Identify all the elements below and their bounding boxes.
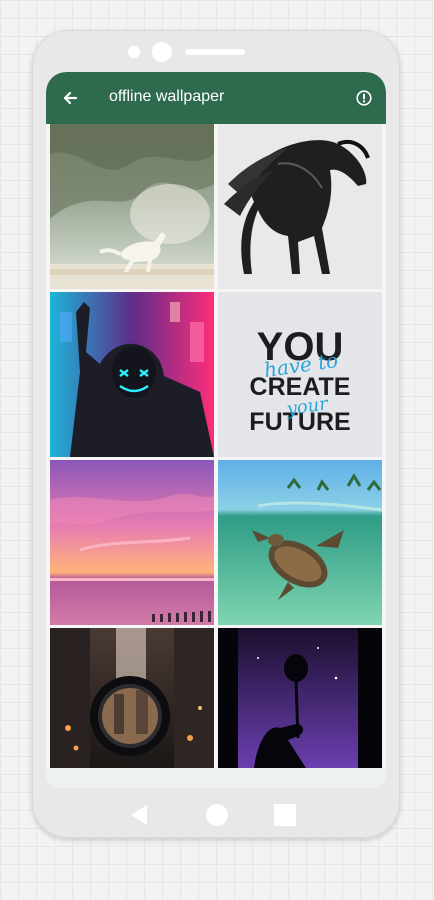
wallpaper-image bbox=[50, 124, 214, 289]
wallpaper-tile-sunset-sea[interactable] bbox=[50, 460, 214, 625]
bottom-strip bbox=[46, 768, 386, 788]
wallpaper-grid: YOU CREATE FUTURE have to your bbox=[50, 124, 384, 768]
wallpaper-image: YOU CREATE FUTURE have to your bbox=[218, 292, 382, 457]
circle-home-icon[interactable] bbox=[204, 802, 230, 828]
wallpaper-image bbox=[218, 460, 382, 625]
arrow-left-icon[interactable] bbox=[58, 86, 82, 110]
app-screen: offline wallpaper YOU CREATE FUTURE have… bbox=[46, 72, 386, 788]
wallpaper-image bbox=[218, 628, 382, 768]
sensor-dot bbox=[128, 46, 140, 58]
app-bar: offline wallpaper bbox=[46, 72, 386, 124]
page-title: offline wallpaper bbox=[109, 88, 225, 105]
wallpaper-tile-city-lens[interactable] bbox=[50, 628, 214, 768]
wallpaper-image bbox=[50, 292, 214, 457]
system-nav-bar bbox=[32, 796, 400, 836]
speaker-grille bbox=[185, 49, 245, 55]
wallpaper-tile-horse-fantasy[interactable] bbox=[50, 124, 214, 289]
wallpaper-image bbox=[50, 628, 214, 768]
wallpaper-tile-typography[interactable]: YOU CREATE FUTURE have to your bbox=[218, 292, 382, 457]
wallpaper-tile-sea-turtle[interactable] bbox=[218, 460, 382, 625]
square-recent-icon[interactable] bbox=[272, 802, 298, 828]
triangle-back-icon[interactable] bbox=[127, 802, 153, 828]
front-camera bbox=[152, 42, 172, 62]
phone-frame: offline wallpaper YOU CREATE FUTURE have… bbox=[32, 30, 400, 838]
info-icon[interactable] bbox=[354, 88, 374, 108]
wallpaper-tile-rose-night[interactable] bbox=[218, 628, 382, 768]
wallpaper-image bbox=[50, 460, 214, 625]
wallpaper-tile-neon-mask[interactable] bbox=[50, 292, 214, 457]
wallpaper-tile-black-horse[interactable] bbox=[218, 124, 382, 289]
wallpaper-image bbox=[218, 124, 382, 289]
